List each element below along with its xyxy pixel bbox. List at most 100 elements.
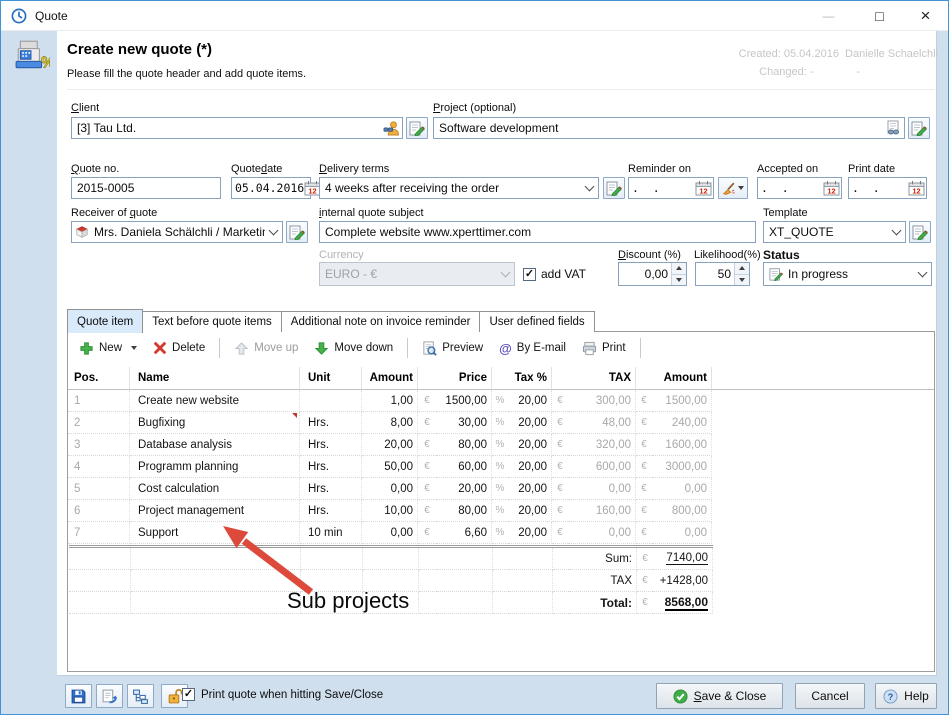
svg-text:12: 12 xyxy=(912,186,920,195)
col-header-price: Price xyxy=(436,367,492,390)
copy-quote-button[interactable] xyxy=(96,684,123,708)
page-title: Create new quote (*) xyxy=(67,41,212,58)
accepted-on-input[interactable]: . . 12 xyxy=(757,177,842,199)
edit-project-button[interactable] xyxy=(908,117,930,139)
spin-down-icon[interactable] xyxy=(672,274,686,286)
printer-icon xyxy=(582,341,597,356)
tab-user-defined[interactable]: User defined fields xyxy=(479,311,594,332)
status-combo[interactable]: In progress xyxy=(763,262,932,286)
print-date-input[interactable]: . . 12 xyxy=(848,177,927,199)
close-button[interactable]: × xyxy=(903,1,948,30)
calendar-icon[interactable]: 12 xyxy=(695,180,712,196)
note-marker-icon xyxy=(292,413,297,418)
window-title: Quote xyxy=(35,9,68,23)
tax-total-label: TAX xyxy=(569,570,637,592)
changed-info: Changed: - - xyxy=(759,66,860,78)
chevron-down-icon xyxy=(501,268,511,278)
client-input[interactable] xyxy=(71,117,403,139)
discount-label: Discount (%) xyxy=(618,249,681,261)
spin-up-icon[interactable] xyxy=(735,263,749,274)
tab-quote-item[interactable]: Quote item xyxy=(67,309,143,333)
receiver-label: Receiver of quote xyxy=(71,207,157,219)
delivery-terms-combo[interactable]: 4 weeks after receiving the order xyxy=(319,177,599,199)
col-header-unit: Unit xyxy=(300,367,362,390)
maximize-button[interactable]: □ xyxy=(857,1,902,30)
sum-label: Sum: xyxy=(569,548,637,570)
edit-client-button[interactable] xyxy=(406,117,428,139)
contact-cube-icon xyxy=(75,225,89,239)
col-header-total: Amount xyxy=(652,367,712,390)
save-quote-button[interactable] xyxy=(65,684,92,708)
svg-text:?: ? xyxy=(888,691,894,701)
toolbar-separator xyxy=(407,338,408,358)
green-check-icon xyxy=(673,689,688,704)
new-item-button[interactable]: New xyxy=(73,339,143,358)
help-button[interactable]: ? Help xyxy=(875,683,937,709)
discount-spinner[interactable]: 0,00 xyxy=(618,262,687,286)
clear-reminder-button[interactable] xyxy=(718,177,748,199)
delete-item-button[interactable]: Delete xyxy=(147,339,211,357)
cancel-button[interactable]: Cancel xyxy=(795,683,865,709)
calendar-icon[interactable]: 12 xyxy=(823,180,840,196)
calendar-icon[interactable]: 12 xyxy=(908,180,925,196)
client-lookup-icon[interactable] xyxy=(383,120,399,136)
project-lookup-icon[interactable] xyxy=(885,120,901,136)
currency-label: Currency xyxy=(319,249,364,261)
notepad-pencil-icon xyxy=(289,224,305,240)
chevron-down-icon xyxy=(269,226,279,236)
svg-text:12: 12 xyxy=(309,186,317,195)
note-pencil-icon xyxy=(769,267,783,281)
edit-receiver-button[interactable] xyxy=(286,221,308,243)
likelihood-spinner[interactable]: 50 xyxy=(695,262,750,286)
quote-no-label: Quote no. xyxy=(71,163,119,175)
chevron-down-icon xyxy=(918,268,928,278)
page-subtitle: Please fill the quote header and add quo… xyxy=(67,68,306,80)
receiver-combo[interactable]: Mrs. Daniela Schälchli / Marketing ( xyxy=(71,221,283,243)
annotation-text: Sub projects xyxy=(287,588,409,614)
col-header-spacer xyxy=(492,367,508,390)
template-label: Template xyxy=(763,207,808,219)
reminder-on-label: Reminder on xyxy=(628,163,691,175)
save-close-button[interactable]: Save & Close xyxy=(656,683,783,709)
chevron-down-icon xyxy=(585,182,595,192)
notepad-pencil-icon xyxy=(409,120,425,136)
spin-down-icon[interactable] xyxy=(735,274,749,286)
col-header-filler xyxy=(712,367,934,390)
preview-button[interactable]: Preview xyxy=(416,339,489,358)
edit-delivery-terms-button[interactable] xyxy=(603,177,625,199)
grand-total-value: 8568,00 xyxy=(653,592,713,614)
chevron-down-icon[interactable] xyxy=(131,346,137,350)
print-button[interactable]: Print xyxy=(576,339,632,358)
broom-icon xyxy=(722,181,736,195)
add-vat-checkbox[interactable]: ✓ add VAT xyxy=(523,267,586,281)
hierarchy-view-button[interactable] xyxy=(127,684,154,708)
col-header-taxpct: Tax % xyxy=(508,367,552,390)
delivery-terms-label: Delivery terms xyxy=(319,163,389,175)
move-up-button[interactable]: Move up xyxy=(228,339,304,358)
quote-date-input[interactable]: 05.04.2016 12 xyxy=(231,177,311,199)
svg-text:12: 12 xyxy=(827,186,835,195)
close-icon: × xyxy=(921,6,931,26)
quote-no-input[interactable] xyxy=(71,177,221,199)
spin-up-icon[interactable] xyxy=(672,263,686,274)
by-email-button[interactable]: @ By E-mail xyxy=(493,339,572,358)
tab-additional-note[interactable]: Additional note on invoice reminder xyxy=(281,311,481,332)
print-on-save-label: Print quote when hitting Save/Close xyxy=(201,689,383,701)
move-down-button[interactable]: Move down xyxy=(308,339,399,358)
reminder-on-input[interactable]: . . 12 xyxy=(628,177,714,199)
app-icon xyxy=(11,8,27,24)
edit-template-button[interactable] xyxy=(909,221,931,243)
project-input[interactable] xyxy=(433,117,905,139)
tab-text-before[interactable]: Text before quote items xyxy=(142,311,282,332)
notepad-pencil-icon xyxy=(912,224,928,240)
print-on-save-checkbox[interactable]: ✓ Print quote when hitting Save/Close xyxy=(182,688,383,701)
minimize-button[interactable]: — xyxy=(806,1,851,30)
currency-combo: EURO - € xyxy=(319,262,515,286)
created-info: Created: 05.04.2016 Danielle Schaelchli xyxy=(739,48,938,60)
save-close-label: Save & Close xyxy=(694,689,767,703)
hierarchy-icon xyxy=(132,688,149,705)
subject-input[interactable] xyxy=(319,221,756,243)
notepad-pencil-icon xyxy=(911,120,927,136)
template-combo[interactable]: XT_QUOTE xyxy=(763,221,906,243)
arrow-down-icon xyxy=(314,341,329,356)
